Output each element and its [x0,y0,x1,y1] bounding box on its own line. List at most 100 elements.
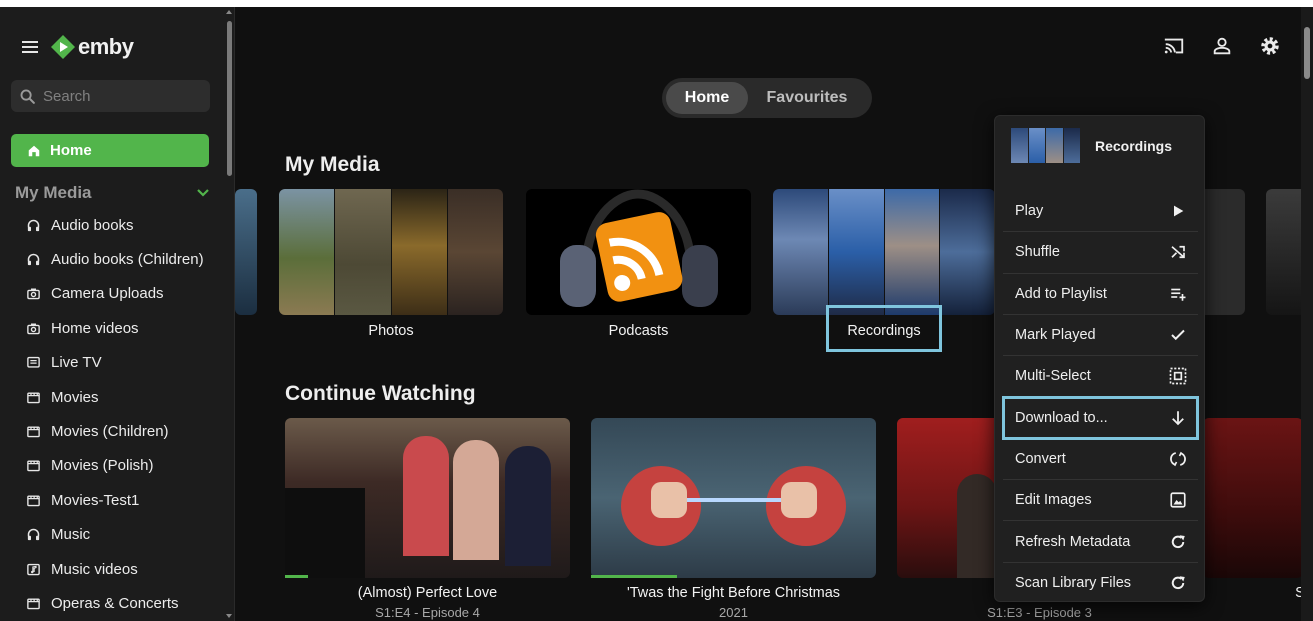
refresh-icon [1168,532,1188,552]
select-all-icon [1168,366,1188,386]
menu-item-add-to-playlist[interactable]: Add to Playlist [1003,274,1198,315]
library-card-label: Recordings [847,323,921,339]
sidebar-item-home-videos[interactable]: Home videos [0,311,226,345]
sidebar-item-movies-polish[interactable]: Movies (Polish) [0,449,226,483]
library-card-label: Podcasts [608,323,669,339]
sidebar-scrollbar[interactable] [225,7,233,621]
sidebar-scrollbar-thumb[interactable] [227,21,232,176]
sidebar-item-label: Home [50,142,92,159]
sidebar-section-my-media[interactable]: My Media [15,183,210,203]
sidebar-item-label: Music [51,526,91,544]
headphones-icon [26,218,41,233]
user-icon[interactable] [1211,35,1233,57]
context-menu: Recordings Play Shuffle Add to Playlist Mar… [994,115,1205,602]
continue-watching-subtitle: S1:E4 - Episode 4 [375,605,480,620]
main-scrollbar-thumb[interactable] [1304,27,1310,79]
film-icon [26,390,41,405]
sidebar-item-music[interactable]: Music [0,518,226,552]
menu-item-label: Convert [1015,450,1066,467]
camera-icon [26,286,41,301]
library-card-recordings[interactable] [773,189,995,315]
search-box[interactable] [11,80,210,112]
menu-item-refresh-metadata[interactable]: Refresh Metadata [1003,521,1198,563]
continue-watching-title: 'Twas the Fight Before Christmas [626,585,841,601]
menu-item-label: Edit Images [1015,492,1092,509]
film-icon [26,596,41,611]
library-card-podcasts[interactable] [526,189,751,315]
play-icon [1168,201,1188,221]
sidebar-item-live-tv[interactable]: Live TV [0,346,226,380]
menu-item-multi-select[interactable]: Multi-Select [1003,356,1198,398]
library-card-photos[interactable] [279,189,503,315]
sidebar-item-label: Live TV [51,354,102,372]
sidebar-item-music-videos[interactable]: Music videos [0,552,226,586]
progress-bar [285,575,308,578]
sidebar-item-label: Movies-Test1 [51,491,140,509]
menu-item-mark-played[interactable]: Mark Played [1003,315,1198,357]
menu-icon[interactable] [22,41,38,53]
sidebar-item-label: Movies [51,388,99,406]
music-video-icon [26,562,41,577]
menu-item-label: Mark Played [1015,327,1096,344]
sidebar-item-movies[interactable]: Movies [0,380,226,414]
continue-watching-card[interactable] [285,418,570,578]
film-icon [26,493,41,508]
cast-icon[interactable] [1163,35,1185,57]
menu-item-convert[interactable]: Convert [1003,439,1198,481]
my-media-heading: My Media [285,153,380,176]
continue-watching-heading: Continue Watching [285,382,476,405]
context-menu-title: Recordings [1095,137,1173,154]
search-input[interactable] [43,87,193,105]
menu-item-label: Download to... [1015,409,1108,426]
camera-icon [26,321,41,336]
emby-logo-icon [51,35,75,59]
menu-item-download-to[interactable]: Download to... [1002,396,1199,440]
download-icon [1168,408,1188,428]
home-icon [28,145,40,156]
search-icon [20,89,35,104]
menu-item-label: Refresh Metadata [1015,533,1131,550]
menu-item-edit-images[interactable]: Edit Images [1003,480,1198,522]
sidebar-item-home[interactable]: Home [11,134,209,167]
sidebar-item-label: Movies (Polish) [51,457,154,475]
continue-watching-subtitle: 2021 [719,605,748,620]
film-icon [26,458,41,473]
film-icon [26,424,41,439]
scroll-down-arrow-icon[interactable] [226,614,232,618]
menu-item-label: Add to Playlist [1015,285,1107,302]
shuffle-icon [1168,242,1188,262]
chevron-down-icon[interactable] [196,188,210,198]
sidebar-item-camera-uploads[interactable]: Camera Uploads [0,277,226,311]
tab-favourites[interactable]: Favourites [748,82,866,114]
menu-item-shuffle[interactable]: Shuffle [1003,232,1198,274]
settings-icon[interactable] [1259,35,1281,57]
main-scrollbar[interactable] [1301,7,1313,621]
tv-guide-icon [26,355,41,370]
sidebar-item-audio-books[interactable]: Audio books [0,208,226,242]
app-window: emby Home My Media Audio booksAudio book… [0,7,1313,621]
continue-watching-card[interactable] [1203,418,1303,578]
sidebar-nav-list: Audio books Audio books (Children) Camera … [0,208,226,621]
sidebar-item-label: Audio books [51,216,134,234]
sidebar-item-movies-children[interactable]: Movies (Children) [0,414,226,448]
menu-item-label: Play [1015,203,1044,220]
library-card-partial-right[interactable] [1266,189,1306,315]
tab-home[interactable]: Home [666,82,748,114]
sidebar-item-audio-books-children[interactable]: Audio books (Children) [0,242,226,276]
sidebar: emby Home My Media Audio booksAudio book… [0,7,235,621]
scroll-up-arrow-icon[interactable] [226,10,232,14]
convert-icon [1168,449,1188,469]
sidebar-item-movies-test1[interactable]: Movies-Test1 [0,483,226,517]
context-menu-list: Play Shuffle Add to Playlist Mark Played Mul… [1002,191,1199,604]
menu-item-scan-library-files[interactable]: Scan Library Files [1003,563,1198,604]
headphones-icon [26,252,41,267]
continue-watching-subtitle: S1:E3 - Episode 3 [987,605,1092,620]
playlist-add-icon [1168,284,1188,304]
brand-name[interactable]: emby [78,34,134,60]
continue-watching-card[interactable] [591,418,876,578]
menu-item-label: Scan Library Files [1015,575,1132,592]
menu-item-play[interactable]: Play [1003,191,1198,233]
headphones-icon [26,527,41,542]
library-card-partial[interactable] [235,189,257,315]
sidebar-item-operas-concerts[interactable]: Operas & Concerts [0,586,226,620]
